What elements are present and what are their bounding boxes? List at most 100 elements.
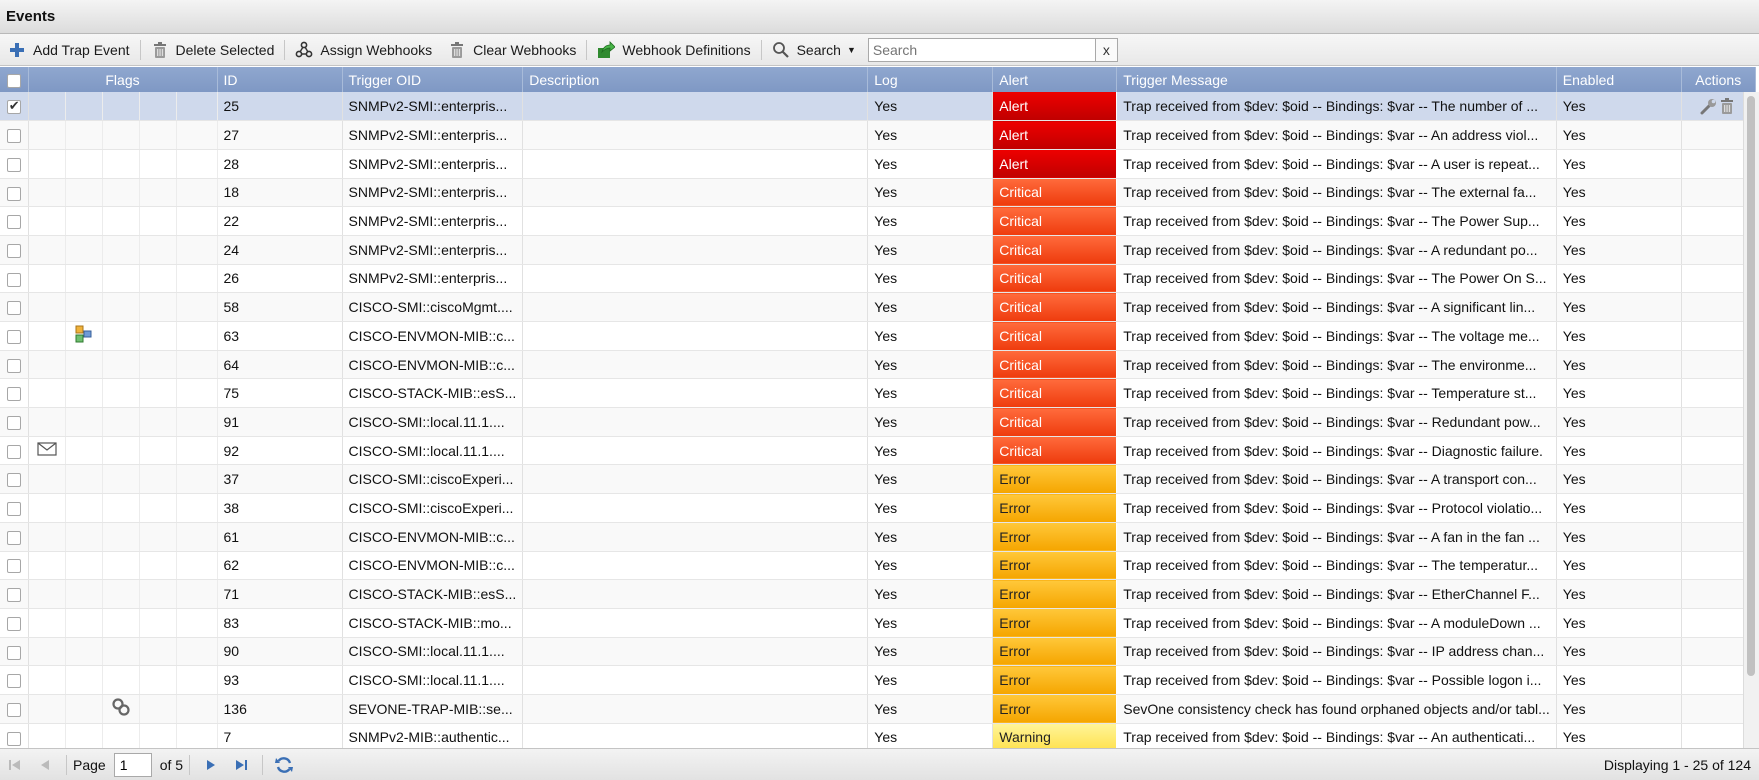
row-select-cell[interactable] (0, 608, 29, 638)
column-header-enabled[interactable]: Enabled (1556, 67, 1682, 92)
row-checkbox[interactable] (6, 157, 21, 172)
row-select-cell[interactable] (0, 149, 29, 179)
row-select-cell[interactable] (0, 436, 29, 466)
row-checkbox[interactable] (6, 616, 21, 631)
row-select-cell[interactable] (0, 464, 29, 495)
table-row[interactable]: 136 SEVONE-TRAP-MIB::se... Yes Error SevOne … (0, 694, 1756, 724)
row-checkbox[interactable] (6, 215, 21, 230)
row-checkbox[interactable] (6, 702, 21, 717)
table-row[interactable]: 22 SNMPv2-SMI::enterpris... Yes Critical Tra… (0, 206, 1756, 236)
select-all-header[interactable] (0, 67, 29, 92)
row-checkbox[interactable] (6, 387, 21, 402)
row-checkbox[interactable] (6, 243, 21, 258)
column-header-trigger-oid[interactable]: Trigger OID (342, 67, 524, 92)
table-row[interactable]: 64 CISCO-ENVMON-MIB::c... Yes Critical Trap … (0, 350, 1756, 380)
table-row[interactable]: 62 CISCO-ENVMON-MIB::c... Yes Error Trap rec… (0, 551, 1756, 581)
search-input[interactable] (867, 37, 1096, 62)
row-select-cell[interactable] (0, 378, 29, 409)
row-select-cell[interactable] (0, 579, 29, 609)
table-row[interactable]: 38 CISCO-SMI::ciscoExperi... Yes Error Trap … (0, 493, 1756, 523)
previous-page-button[interactable] (33, 753, 57, 777)
column-header-alert[interactable]: Alert (992, 67, 1118, 92)
table-row[interactable]: 75 CISCO-STACK-MIB::esS... Yes Critical Trap… (0, 378, 1756, 409)
row-select-cell[interactable] (0, 350, 29, 380)
table-row[interactable]: 61 CISCO-ENVMON-MIB::c... Yes Error Trap rec… (0, 522, 1756, 552)
row-checkbox[interactable] (6, 645, 21, 660)
table-row[interactable]: 26 SNMPv2-SMI::enterpris... Yes Critical Tra… (0, 264, 1756, 294)
delete-selected-button[interactable]: Delete Selected (143, 37, 283, 63)
row-checkbox[interactable] (6, 98, 21, 115)
table-row[interactable]: 71 CISCO-STACK-MIB::esS... Yes Error Trap re… (0, 579, 1756, 609)
row-checkbox[interactable] (6, 186, 21, 201)
last-page-button[interactable] (229, 753, 253, 777)
row-select-cell[interactable] (0, 637, 29, 667)
row-select-cell[interactable] (0, 235, 29, 265)
toolbar: Add Trap Event Delete Selected Assign We… (0, 34, 1759, 66)
table-row[interactable]: 24 SNMPv2-SMI::enterpris... Yes Critical Tra… (0, 235, 1756, 265)
row-select-cell[interactable] (0, 522, 29, 552)
table-row[interactable]: 63 CISCO-ENVMON-MIB::c... Yes Critical Trap … (0, 321, 1756, 351)
select-all-checkbox[interactable] (6, 73, 21, 88)
row-checkbox[interactable] (6, 329, 21, 344)
row-checkbox[interactable] (6, 674, 21, 689)
table-row[interactable]: 91 CISCO-SMI::local.11.1.... Yes Critical Tr… (0, 407, 1756, 437)
row-checkbox[interactable] (6, 272, 21, 287)
column-header-actions[interactable]: Actions (1681, 67, 1756, 92)
table-row[interactable]: 58 CISCO-SMI::ciscoMgmt.... Yes Critical Tra… (0, 292, 1756, 322)
row-checkbox[interactable] (6, 129, 21, 144)
row-select-cell[interactable] (0, 264, 29, 294)
trash-icon[interactable] (1718, 97, 1736, 115)
wrench-icon[interactable] (1700, 97, 1718, 115)
page-number-input[interactable] (113, 752, 152, 777)
table-row[interactable]: 93 CISCO-SMI::local.11.1.... Yes Error Trap … (0, 665, 1756, 695)
table-row[interactable]: 28 SNMPv2-SMI::enterpris... Yes Alert Trap r… (0, 149, 1756, 179)
first-page-button[interactable] (3, 753, 27, 777)
row-checkbox[interactable] (6, 502, 21, 517)
add-trap-event-button[interactable]: Add Trap Event (0, 37, 138, 63)
row-select-cell[interactable] (0, 321, 29, 351)
row-checkbox[interactable] (6, 473, 21, 488)
scrollbar-thumb[interactable] (1747, 96, 1755, 676)
table-row[interactable]: 25SNMPv2-SMI::enterpris...YesAlertTrap r… (0, 92, 1756, 122)
table-row[interactable]: 83 CISCO-STACK-MIB::mo... Yes Error Trap rec… (0, 608, 1756, 638)
row-checkbox[interactable] (6, 731, 21, 746)
row-select-cell[interactable] (0, 723, 29, 748)
row-checkbox[interactable] (6, 358, 21, 373)
column-header-flags[interactable]: Flags (28, 67, 218, 92)
row-select-cell[interactable] (0, 551, 29, 581)
search-menu-button[interactable]: Search ▼ (764, 37, 864, 63)
vertical-scrollbar[interactable] (1743, 92, 1759, 748)
row-select-cell[interactable] (0, 493, 29, 523)
row-checkbox[interactable] (6, 559, 21, 574)
column-header-description[interactable]: Description (522, 67, 869, 92)
row-select-cell[interactable] (0, 665, 29, 695)
row-checkbox[interactable] (6, 588, 21, 603)
row-select-cell[interactable] (0, 92, 29, 122)
column-header-log[interactable]: Log (867, 67, 994, 92)
table-row[interactable]: 18 SNMPv2-SMI::enterpris... Yes Critical Tra… (0, 178, 1756, 208)
row-checkbox[interactable] (6, 530, 21, 545)
flag-cell (65, 321, 103, 351)
row-select-cell[interactable] (0, 178, 29, 208)
table-row[interactable]: 92 CISCO-SMI::local.11.1.... Yes Critical Tr… (0, 436, 1756, 466)
table-row[interactable]: 90 CISCO-SMI::local.11.1.... Yes Error Trap … (0, 637, 1756, 667)
row-select-cell[interactable] (0, 694, 29, 724)
webhook-definitions-button[interactable]: Webhook Definitions (589, 37, 758, 63)
row-checkbox[interactable] (6, 444, 21, 459)
row-checkbox[interactable] (6, 301, 21, 316)
clear-webhooks-button[interactable]: Clear Webhooks (440, 37, 584, 63)
row-select-cell[interactable] (0, 120, 29, 150)
table-row[interactable]: 27 SNMPv2-SMI::enterpris... Yes Alert Trap r… (0, 120, 1756, 150)
refresh-button[interactable] (272, 753, 296, 777)
assign-webhooks-button[interactable]: Assign Webhooks (287, 37, 440, 63)
table-row[interactable]: 7 SNMPv2-MIB::authentic... Yes Warning Trap … (0, 723, 1756, 748)
next-page-button[interactable] (199, 753, 223, 777)
column-header-trigger-message[interactable]: Trigger Message (1116, 67, 1557, 92)
row-select-cell[interactable] (0, 206, 29, 236)
table-row[interactable]: 37 CISCO-SMI::ciscoExperi... Yes Error Trap … (0, 464, 1756, 495)
row-select-cell[interactable] (0, 407, 29, 437)
row-select-cell[interactable] (0, 292, 29, 322)
row-checkbox[interactable] (6, 416, 21, 431)
search-clear-button[interactable]: x (1095, 37, 1118, 62)
column-header-id[interactable]: ID (217, 67, 343, 92)
